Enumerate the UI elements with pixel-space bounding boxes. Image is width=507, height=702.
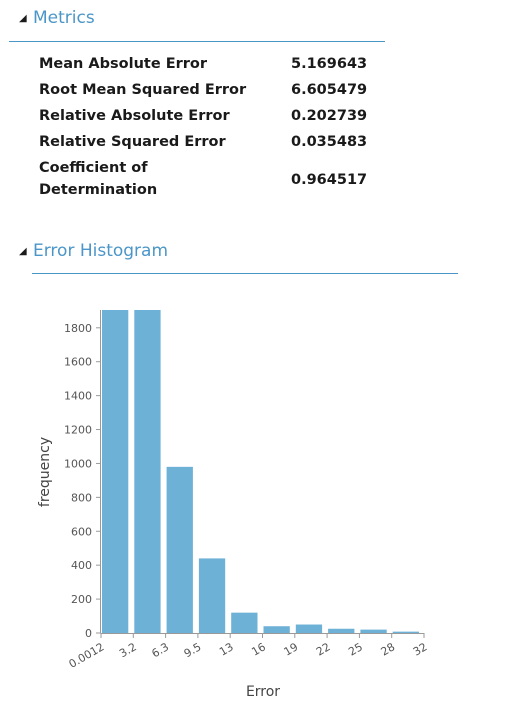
metric-value: 5.169643: [291, 56, 368, 72]
y-tick-label: 800: [71, 491, 92, 504]
x-tick-label: 19: [282, 640, 301, 658]
histogram-bar: [328, 628, 355, 633]
y-tick-label: 1200: [64, 424, 92, 437]
collapse-caret-icon: ◢: [19, 245, 27, 257]
histogram-divider: [32, 273, 458, 274]
metric-label-line2: Determination: [39, 182, 158, 198]
metric-row-rse: Relative Squared Error 0.035483: [39, 131, 379, 153]
y-tick-label: 0: [85, 627, 92, 640]
metric-value: 0.035483: [291, 134, 368, 150]
histogram-bar: [263, 626, 290, 633]
metric-value: 6.605479: [291, 82, 368, 98]
x-tick-label: 32: [411, 640, 430, 658]
metric-row-rae: Relative Absolute Error 0.202739: [39, 105, 379, 127]
x-tick-label: 16: [249, 640, 268, 658]
y-tick-label: 600: [71, 525, 92, 538]
x-tick-label: 22: [314, 640, 333, 658]
x-axis-label: Error: [246, 684, 280, 700]
histogram-bar: [295, 624, 323, 633]
metric-value: 0.964517: [291, 172, 368, 188]
histogram-bar: [231, 612, 258, 633]
metric-row-cod: Coefficient of Determination 0.964517: [39, 157, 379, 201]
histogram-bar: [102, 310, 129, 633]
histogram-title: Error Histogram: [33, 241, 169, 261]
y-tick-label: 1000: [64, 457, 92, 470]
histogram-bar: [392, 631, 419, 633]
x-tick-label: 0.0012: [67, 640, 107, 671]
x-tick-label: 6.3: [149, 640, 171, 660]
metric-value: 0.202739: [291, 108, 368, 124]
metrics-divider: [9, 41, 385, 42]
y-tick-label: 1400: [64, 390, 92, 403]
x-tick-label: 13: [217, 640, 236, 658]
x-tick-label: 3.2: [117, 640, 139, 660]
metric-label: Relative Squared Error: [39, 134, 226, 150]
histogram-bar: [166, 466, 193, 633]
metric-label: Root Mean Squared Error: [39, 82, 247, 98]
x-tick-label: 28: [379, 640, 398, 658]
histogram-bar: [360, 629, 387, 633]
y-tick-label: 1600: [64, 356, 92, 369]
error-histogram-chart: 0 200 400 600 800 1000 1200 1400 1600 1800 0.0012 3…: [37, 310, 430, 700]
x-tick-label: 25: [346, 640, 365, 658]
y-tick-label: 400: [71, 559, 92, 572]
y-axis-label: frequency: [37, 437, 53, 507]
metric-label-line1: Coefficient of: [39, 160, 148, 176]
collapse-caret-icon: ◢: [19, 12, 27, 24]
y-tick-label: 200: [71, 593, 92, 606]
histogram-bar: [198, 558, 226, 633]
x-tick-label: 9.5: [182, 640, 204, 660]
histogram-bar: [134, 310, 161, 633]
metric-row-mae: Mean Absolute Error 5.169643: [39, 53, 379, 75]
metric-label: Mean Absolute Error: [39, 56, 208, 72]
metrics-section-toggle[interactable]: ◢ Metrics: [19, 8, 95, 28]
metric-label: Relative Absolute Error: [39, 108, 230, 124]
metric-row-rmse: Root Mean Squared Error 6.605479: [39, 79, 379, 101]
histogram-section-toggle[interactable]: ◢ Error Histogram: [19, 241, 168, 261]
metrics-title: Metrics: [33, 8, 95, 28]
y-tick-label: 1800: [64, 322, 92, 335]
